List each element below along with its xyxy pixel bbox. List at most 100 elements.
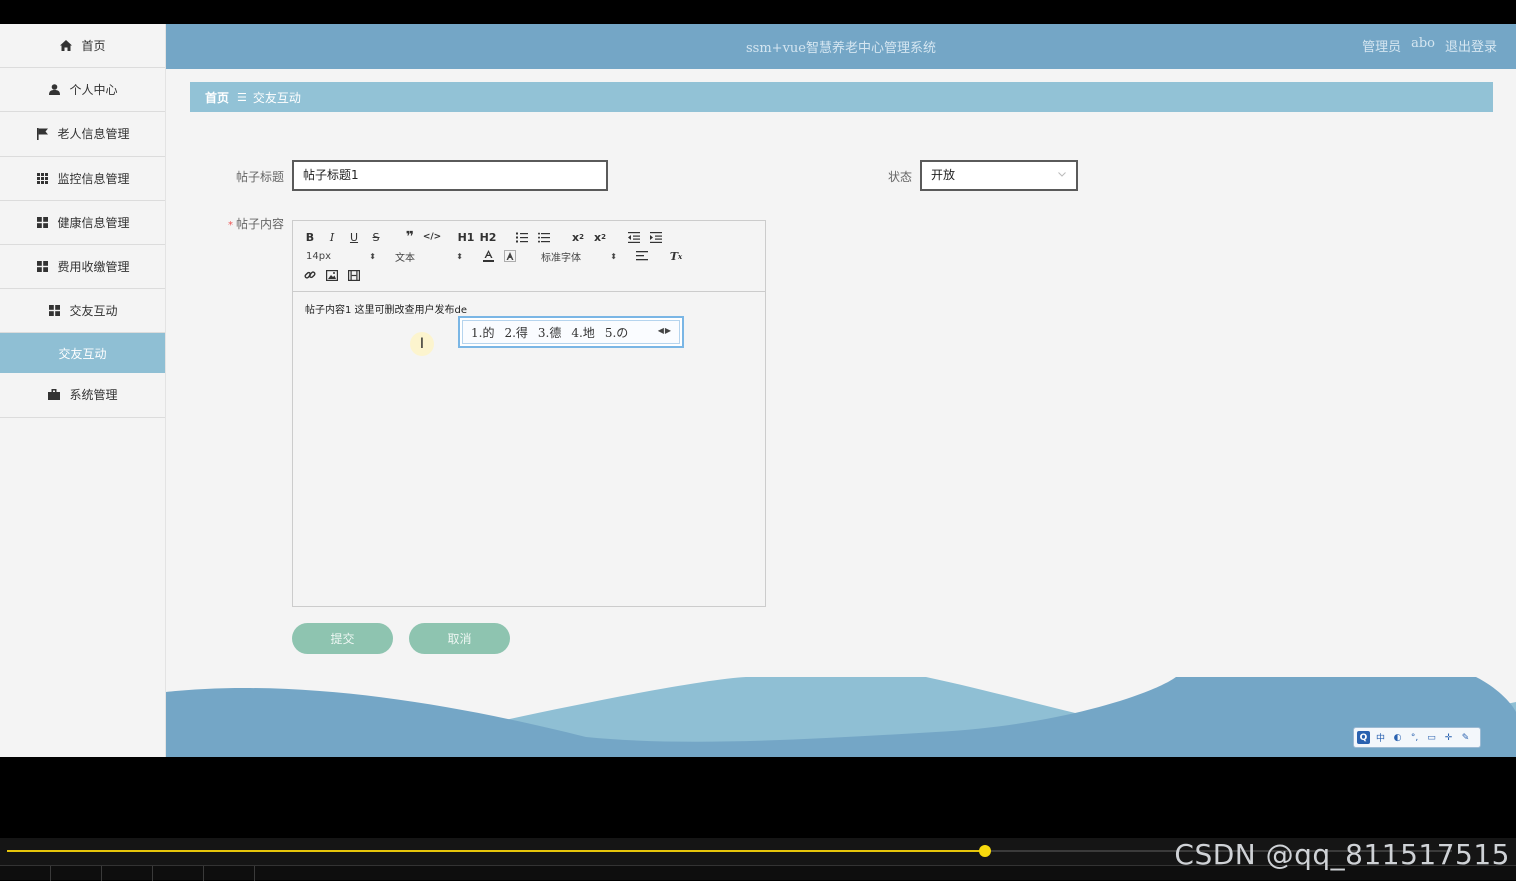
flag-icon <box>35 127 49 141</box>
player-control-slot[interactable] <box>204 866 255 881</box>
subscript-icon[interactable]: x2 <box>569 229 587 245</box>
font-size-select[interactable]: 14px ⬍ <box>306 248 376 264</box>
breadcrumb-home[interactable]: 首页 <box>205 89 229 106</box>
player-control-slot[interactable] <box>51 866 102 881</box>
heading2-icon[interactable]: H2 <box>479 229 497 245</box>
indent-icon[interactable] <box>647 229 665 245</box>
user-icon <box>47 83 61 97</box>
status-label: 状态 <box>887 170 912 184</box>
post-title-label: 帖子标题 <box>235 170 284 184</box>
ime-candidate[interactable]: 3.德 <box>538 324 561 341</box>
sidebar-item-fees[interactable]: 费用收缴管理 <box>0 244 165 290</box>
image-icon[interactable] <box>323 267 341 283</box>
decorative-waves <box>166 677 1516 757</box>
player-control-slot[interactable] <box>153 866 204 881</box>
plus-icon[interactable]: ✛ <box>1442 731 1455 744</box>
clear-format-icon[interactable]: Tx <box>667 248 685 264</box>
ime-candidate-popup: 1.的 2.得 3.德 4.地 5.の ◀▶ <box>458 316 684 348</box>
breadcrumb: 首页 ☰ 交友互动 <box>190 82 1493 112</box>
video-icon[interactable] <box>345 267 363 283</box>
watermark-text: CSDN @qq_811517515 <box>1174 838 1510 871</box>
strikethrough-icon[interactable]: S <box>367 229 385 245</box>
editor-content[interactable]: 帖子内容1 这里可删改查用户发布de <box>305 301 467 316</box>
header-user-area: 管理员 abo 退出登录 <box>1362 36 1497 55</box>
punctuation-icon[interactable]: °, <box>1408 731 1421 744</box>
breadcrumb-separator-icon: ☰ <box>237 90 247 104</box>
status-select-value: 开放 <box>931 168 956 182</box>
sidebar-item-label: 老人信息管理 <box>57 127 130 142</box>
ime-candidate-list: 1.的 2.得 3.德 4.地 5.の <box>462 320 680 344</box>
submit-button[interactable]: 提交 <box>292 623 393 654</box>
top-header: ssm+vue智慧养老中心管理系统 管理员 abo 退出登录 <box>166 24 1516 69</box>
outdent-icon[interactable] <box>625 229 643 245</box>
underline-icon[interactable]: U <box>345 229 363 245</box>
seek-handle[interactable] <box>979 845 992 857</box>
sidebar-item-label: 健康信息管理 <box>57 215 130 230</box>
chevron-down-icon <box>1058 171 1066 179</box>
ime-candidate[interactable]: 2.得 <box>504 324 527 341</box>
breadcrumb-current: 交友互动 <box>252 90 301 105</box>
ime-candidate[interactable]: 4.地 <box>571 324 594 341</box>
wrench-icon[interactable]: ✎ <box>1459 731 1472 744</box>
moon-icon[interactable]: ◐ <box>1391 731 1404 744</box>
ime-candidate[interactable]: 5.の <box>605 324 628 341</box>
font-color-icon[interactable] <box>479 248 497 264</box>
sidebar-item-elderly-info[interactable]: 老人信息管理 <box>0 112 165 157</box>
home-icon <box>59 39 73 53</box>
sidebar-item-label: 个人中心 <box>69 83 118 98</box>
logout-link[interactable]: 退出登录 <box>1445 36 1497 55</box>
italic-icon[interactable]: I <box>323 229 341 245</box>
sidebar-item-label: 交友互动 <box>69 304 118 319</box>
rich-text-editor: B I U S ❞ </> H1 H2 x2 x2 14px ⬍ 文本 ⬍ 标准… <box>292 220 766 607</box>
status-select[interactable]: 开放 <box>920 160 1078 191</box>
sidebar-item-label: 监控信息管理 <box>57 171 130 186</box>
font-size-value: 14px <box>306 250 331 262</box>
required-mark: * <box>227 220 233 231</box>
sidebar-item-personal-center[interactable]: 个人中心 <box>0 68 165 113</box>
seek-progress <box>7 850 986 852</box>
sidebar-item-label: 交友互动 <box>58 346 107 361</box>
apps-icon <box>35 215 49 229</box>
ime-chinese-mode-icon[interactable]: 中 <box>1374 731 1387 744</box>
updown-icon: ⬍ <box>369 251 376 261</box>
ime-logo-icon[interactable]: Q <box>1357 731 1370 744</box>
editor-toolbar: B I U S ❞ </> H1 H2 x2 x2 14px ⬍ 文本 ⬍ 标准… <box>293 221 765 292</box>
cancel-button[interactable]: 取消 <box>409 623 510 654</box>
align-icon[interactable] <box>633 248 651 264</box>
player-control-slot[interactable] <box>102 866 153 881</box>
sidebar: 首页 个人中心 老人信息管理 监控信息管理 健康信息管理 费用收缴管理 交友互动… <box>0 24 166 757</box>
ime-page-arrows-icon[interactable]: ◀▶ <box>658 326 672 335</box>
blockquote-icon[interactable]: ❞ <box>401 229 419 245</box>
bold-icon[interactable]: B <box>301 229 319 245</box>
sidebar-subitem-social-active[interactable]: 交友互动 <box>0 333 165 374</box>
ime-candidate[interactable]: 1.的 <box>471 324 494 341</box>
updown-icon: ⬍ <box>456 251 463 261</box>
sidebar-item-system[interactable]: 系统管理 <box>0 373 165 418</box>
sidebar-item-social[interactable]: 交友互动 <box>0 289 165 334</box>
heading-select[interactable]: 文本 ⬍ <box>395 248 463 264</box>
sidebar-item-home[interactable]: 首页 <box>0 24 165 69</box>
user-role: 管理员 <box>1362 40 1402 55</box>
font-family-value: 标准字体 <box>541 252 581 264</box>
player-control-slot[interactable] <box>0 866 51 881</box>
superscript-icon[interactable]: x2 <box>591 229 609 245</box>
user-name: abo <box>1411 36 1435 51</box>
sidebar-item-label: 费用收缴管理 <box>57 260 130 275</box>
post-content-label-text: 帖子内容 <box>235 217 284 231</box>
heading-value: 文本 <box>395 252 415 264</box>
font-family-select[interactable]: 标准字体 ⬍ <box>541 248 617 264</box>
code-block-icon[interactable]: </> <box>423 229 441 245</box>
ordered-list-icon[interactable] <box>513 229 531 245</box>
heading1-icon[interactable]: H1 <box>457 229 475 245</box>
sidebar-item-health[interactable]: 健康信息管理 <box>0 200 165 245</box>
post-title-input[interactable]: 帖子标题1 <box>292 160 608 191</box>
text-cursor-icon: I <box>410 332 434 356</box>
bullet-list-icon[interactable] <box>535 229 553 245</box>
apps-icon <box>35 260 49 274</box>
post-content-label: * 帖子内容 <box>220 215 284 232</box>
sidebar-item-monitoring[interactable]: 监控信息管理 <box>0 156 165 201</box>
keyboard-icon[interactable]: ▭ <box>1425 731 1438 744</box>
background-color-icon[interactable] <box>501 248 519 264</box>
grid-icon <box>35 171 49 185</box>
link-icon[interactable] <box>301 267 319 283</box>
